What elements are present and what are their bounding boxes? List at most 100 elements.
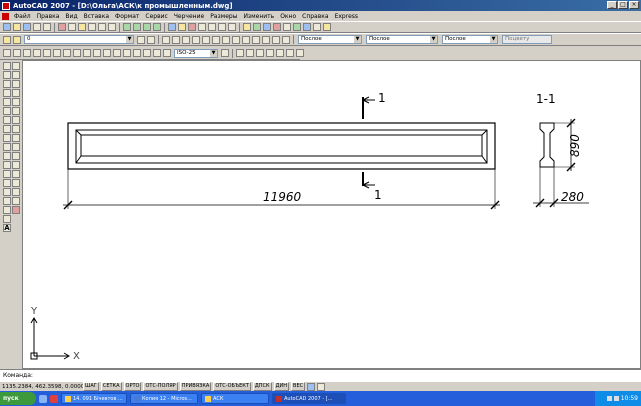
continue-icon[interactable] xyxy=(103,49,111,57)
spline-tool-icon[interactable] xyxy=(3,134,11,142)
linear-dim-icon[interactable] xyxy=(3,49,11,57)
start-button[interactable]: пуск xyxy=(0,392,36,405)
menu-file[interactable]: Файл xyxy=(11,13,34,20)
tolerance-icon[interactable] xyxy=(123,49,131,57)
material-icon[interactable] xyxy=(273,23,281,31)
baseline-icon[interactable] xyxy=(93,49,101,57)
line-tool-icon[interactable] xyxy=(3,62,11,70)
menu-modify[interactable]: Изменить xyxy=(240,13,277,20)
chamfer-tool-icon[interactable] xyxy=(12,188,20,196)
menu-edit[interactable]: Правка xyxy=(34,13,63,20)
fillet-tool-icon[interactable] xyxy=(12,197,20,205)
menu-insert[interactable]: Вставка xyxy=(81,13,112,20)
model-icon[interactable] xyxy=(307,382,316,391)
redo-icon[interactable] xyxy=(108,23,116,31)
xline-tool-icon[interactable] xyxy=(3,71,11,79)
layer-state-icon[interactable] xyxy=(13,35,21,44)
menu-tools[interactable]: Сервис xyxy=(142,13,170,20)
erase-tool-icon[interactable] xyxy=(12,62,20,70)
ordinate-icon[interactable] xyxy=(33,49,41,57)
break-tool-icon[interactable] xyxy=(12,170,20,178)
polyline-icon[interactable] xyxy=(182,35,190,44)
make-block-tool-icon[interactable] xyxy=(3,170,11,178)
arc-tool-icon[interactable] xyxy=(3,107,11,115)
ducs-toggle[interactable]: ДПСК xyxy=(252,382,272,391)
copy-icon[interactable] xyxy=(68,23,76,31)
hatch-icon[interactable] xyxy=(272,35,280,44)
comm-center-icon[interactable] xyxy=(317,382,326,391)
join-tool-icon[interactable] xyxy=(12,179,20,187)
construction-line-icon[interactable] xyxy=(172,35,180,44)
match-properties-icon[interactable] xyxy=(88,23,96,31)
region-tool-icon[interactable] xyxy=(3,206,11,214)
text-style-icon[interactable] xyxy=(246,49,254,57)
find-icon[interactable] xyxy=(266,49,274,57)
spell-icon[interactable] xyxy=(276,49,284,57)
properties-icon[interactable] xyxy=(168,23,176,31)
linetype-select[interactable]: Послое ▼ xyxy=(366,35,438,44)
stretch-tool-icon[interactable] xyxy=(12,134,20,142)
dyn-toggle[interactable]: ДИН xyxy=(273,382,290,391)
workspace-icon[interactable] xyxy=(243,23,251,31)
layer-previous-icon[interactable] xyxy=(147,35,155,44)
menu-dimension[interactable]: Размеры xyxy=(207,13,240,20)
maximize-button[interactable]: □ xyxy=(618,1,628,9)
visual-style-icon[interactable] xyxy=(283,23,291,31)
design-center-icon[interactable] xyxy=(178,23,186,31)
arc-length-icon[interactable] xyxy=(23,49,31,57)
layer-manager-icon[interactable] xyxy=(3,35,11,44)
zoom-previous-icon[interactable] xyxy=(153,23,161,31)
undo-icon[interactable] xyxy=(98,23,106,31)
menu-view[interactable]: Вид xyxy=(62,13,80,20)
block-icon[interactable] xyxy=(252,35,260,44)
snap-toggle[interactable]: ШАГ xyxy=(83,382,99,391)
tool-palettes-icon[interactable] xyxy=(188,23,196,31)
justify-text-icon[interactable] xyxy=(296,49,304,57)
mtext-tool-icon[interactable]: A xyxy=(3,224,11,232)
text-a-icon[interactable] xyxy=(236,49,244,57)
make-current-layer-icon[interactable] xyxy=(137,35,145,44)
ortho-toggle[interactable]: ОРТО xyxy=(123,382,142,391)
revcloud-tool-icon[interactable] xyxy=(3,125,11,133)
aligned-dim-icon[interactable] xyxy=(13,49,21,57)
media-quicklaunch-icon[interactable] xyxy=(50,394,58,403)
taskbar-item-autocad[interactable]: AutoCAD 2007 - [... xyxy=(272,393,346,404)
ellipse-tool-icon[interactable] xyxy=(3,143,11,151)
jogged-icon[interactable] xyxy=(53,49,61,57)
fly-icon[interactable] xyxy=(323,23,331,31)
insert-block-tool-icon[interactable] xyxy=(3,161,11,169)
quick-dim-icon[interactable] xyxy=(83,49,91,57)
menu-help[interactable]: Справка xyxy=(299,13,331,20)
dimstyle-select[interactable]: ISO-25 ▼ xyxy=(174,48,218,58)
layer-select[interactable]: 0 ▼ xyxy=(24,35,134,44)
pan-icon[interactable] xyxy=(123,23,131,31)
center-mark-icon[interactable] xyxy=(133,49,141,57)
rotate-tool-icon[interactable] xyxy=(12,116,20,124)
hatch-tool-icon[interactable] xyxy=(3,188,11,196)
orbit-icon[interactable] xyxy=(293,23,301,31)
close-button[interactable]: × xyxy=(629,1,639,9)
zoom-realtime-icon[interactable] xyxy=(133,23,141,31)
dim-edit-icon[interactable] xyxy=(143,49,151,57)
command-line[interactable]: Команда: xyxy=(0,369,641,381)
taskbar-item-word[interactable]: Копия 12 - Micros... xyxy=(130,393,198,404)
zoom-window-icon[interactable] xyxy=(143,23,151,31)
ellipse-icon[interactable] xyxy=(242,35,250,44)
polygon-icon[interactable] xyxy=(192,35,200,44)
polar-toggle[interactable]: ОТС-ПОЛЯР xyxy=(143,382,178,391)
dim-style-manager-icon[interactable] xyxy=(221,49,229,57)
scale-tool-icon[interactable] xyxy=(12,125,20,133)
line-icon[interactable] xyxy=(162,35,170,44)
document-icon[interactable] xyxy=(2,12,9,20)
sheet-set-icon[interactable] xyxy=(198,23,206,31)
save-icon[interactable] xyxy=(23,23,31,31)
pline-tool-icon[interactable] xyxy=(3,80,11,88)
offset-tool-icon[interactable] xyxy=(12,89,20,97)
point-icon[interactable] xyxy=(262,35,270,44)
rectangle-icon[interactable] xyxy=(202,35,210,44)
paste-icon[interactable] xyxy=(78,23,86,31)
explode-tool-icon[interactable] xyxy=(12,206,20,214)
volume-tray-icon[interactable] xyxy=(613,396,619,401)
network-tray-icon[interactable] xyxy=(606,396,612,401)
menu-draw[interactable]: Черчение xyxy=(171,13,207,20)
